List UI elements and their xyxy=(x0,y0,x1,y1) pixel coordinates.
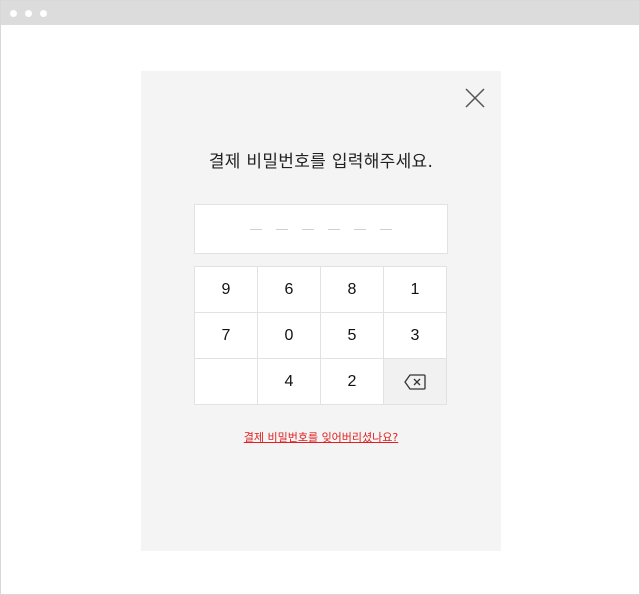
backspace-icon xyxy=(404,373,426,390)
payment-password-modal: 결제 비밀번호를 입력해주세요. 9 6 8 1 7 0 5 3 4 2 결제 … xyxy=(141,71,501,551)
password-slot xyxy=(276,229,288,230)
key-button[interactable]: 5 xyxy=(321,313,384,359)
key-button[interactable]: 1 xyxy=(384,267,447,313)
key-button[interactable]: 2 xyxy=(321,359,384,405)
key-button[interactable]: 9 xyxy=(195,267,258,313)
password-slot xyxy=(380,229,392,230)
key-button[interactable]: 4 xyxy=(258,359,321,405)
forgot-password-link[interactable]: 결제 비밀번호를 잊어버리셨나요? xyxy=(141,429,501,445)
key-button[interactable]: 3 xyxy=(384,313,447,359)
window-titlebar xyxy=(1,1,639,25)
window-dot-icon[interactable] xyxy=(10,10,17,17)
window-dot-icon[interactable] xyxy=(40,10,47,17)
delete-button[interactable] xyxy=(384,359,447,405)
password-slot xyxy=(354,229,366,230)
window-dot-icon[interactable] xyxy=(25,10,32,17)
key-button[interactable]: 7 xyxy=(195,313,258,359)
key-button[interactable]: 8 xyxy=(321,267,384,313)
key-button[interactable]: 6 xyxy=(258,267,321,313)
blank-key xyxy=(195,359,258,405)
password-slot xyxy=(250,229,262,230)
password-slot xyxy=(302,229,314,230)
password-dashes xyxy=(250,229,406,231)
modal-title: 결제 비밀번호를 입력해주세요. xyxy=(208,152,434,172)
password-slot xyxy=(328,229,340,230)
browser-window: 결제 비밀번호를 입력해주세요. 9 6 8 1 7 0 5 3 4 2 결제 … xyxy=(0,0,640,595)
password-display xyxy=(194,204,448,254)
close-button[interactable] xyxy=(463,86,487,110)
key-button[interactable]: 0 xyxy=(258,313,321,359)
number-keypad: 9 6 8 1 7 0 5 3 4 2 xyxy=(194,266,447,405)
close-icon xyxy=(465,88,485,108)
